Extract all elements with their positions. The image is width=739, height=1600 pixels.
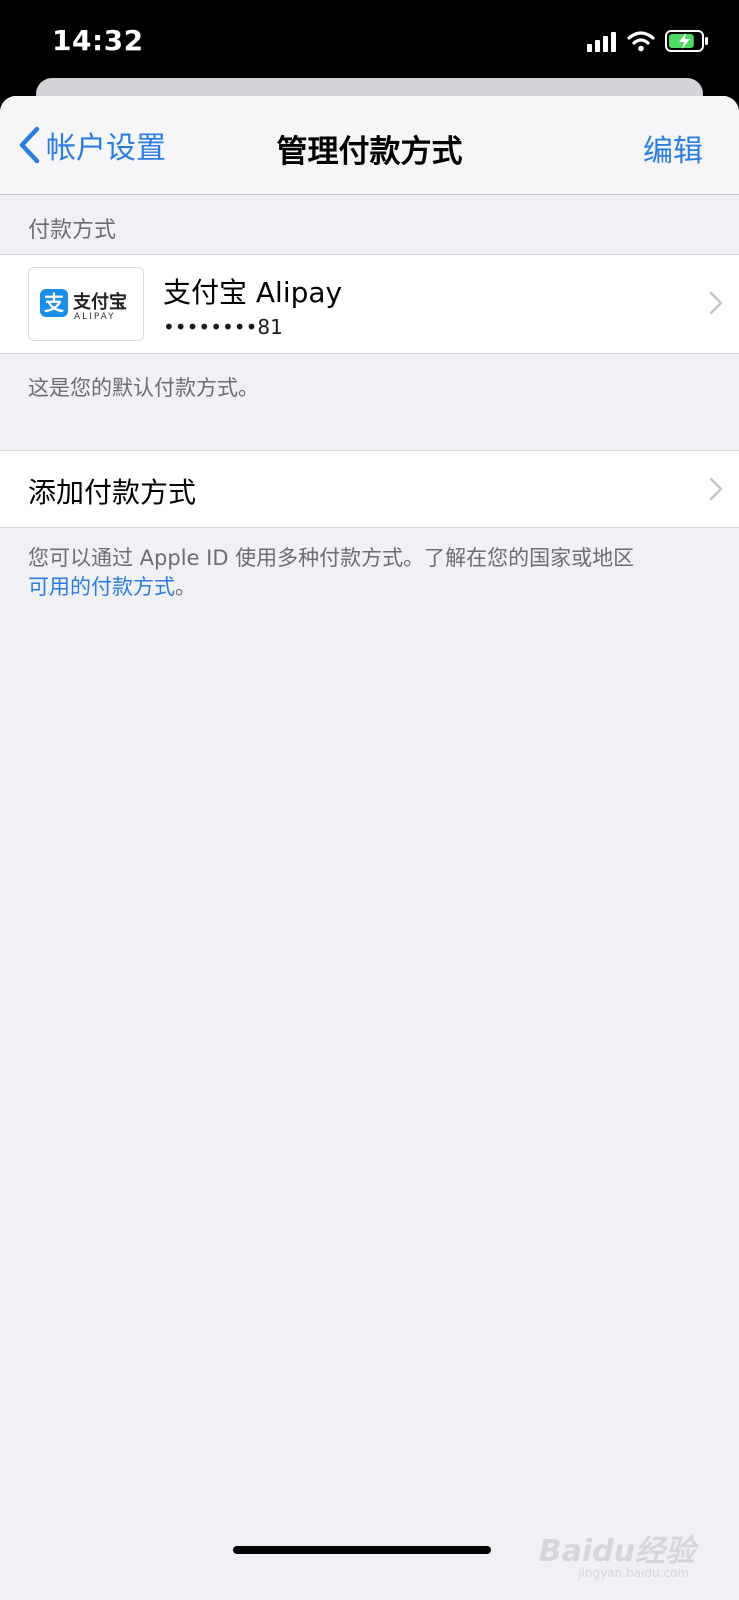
modal-sheet: 帐户设置 管理付款方式 编辑 付款方式 支 支付宝 ALIPAY 支付宝 Ali… [0, 96, 739, 1600]
alipay-logo: 支 支付宝 ALIPAY [28, 267, 144, 341]
footer-text: 您可以通过 Apple ID 使用多种付款方式。了解在您的国家或地区 [28, 546, 635, 570]
add-payment-method-row[interactable]: 添加付款方式 [0, 450, 739, 528]
payment-method-row-alipay[interactable]: 支 支付宝 ALIPAY 支付宝 Alipay ••••••••81 [0, 254, 739, 354]
default-payment-note: 这是您的默认付款方式。 [28, 376, 259, 400]
status-time: 14:32 [52, 24, 144, 57]
home-indicator[interactable] [233, 1546, 491, 1554]
cellular-signal-icon [587, 30, 617, 56]
payment-method-name: 支付宝 Alipay [163, 276, 343, 309]
back-button[interactable]: 帐户设置 [18, 121, 166, 169]
wifi-icon [627, 30, 655, 56]
add-payment-method-label: 添加付款方式 [28, 476, 197, 509]
chevron-right-icon [709, 477, 723, 501]
payment-method-masked-number: ••••••••81 [163, 315, 283, 339]
payment-info-footer: 您可以通过 Apple ID 使用多种付款方式。了解在您的国家或地区 可用的付款… [28, 544, 718, 602]
footer-suffix: 。 [175, 575, 196, 599]
baidu-watermark-url: jingyan.baidu.com [578, 1566, 689, 1580]
alipay-logo-subtext: ALIPAY [74, 312, 116, 322]
status-bar: 14:32 [0, 0, 739, 90]
alipay-logo-mark: 支 [40, 289, 68, 317]
chevron-left-icon [19, 126, 40, 164]
available-payment-methods-link[interactable]: 可用的付款方式 [28, 575, 175, 599]
status-icons [587, 30, 709, 56]
back-button-label: 帐户设置 [46, 131, 166, 166]
chevron-right-icon [709, 291, 723, 315]
battery-charging-icon [665, 29, 709, 57]
section-header: 付款方式 [28, 218, 117, 243]
alipay-logo-text: 支付宝 [73, 292, 127, 313]
navigation-bar: 帐户设置 管理付款方式 编辑 [0, 96, 739, 195]
edit-button[interactable]: 编辑 [643, 126, 703, 170]
baidu-watermark: Baidu经验 [538, 1534, 695, 1569]
